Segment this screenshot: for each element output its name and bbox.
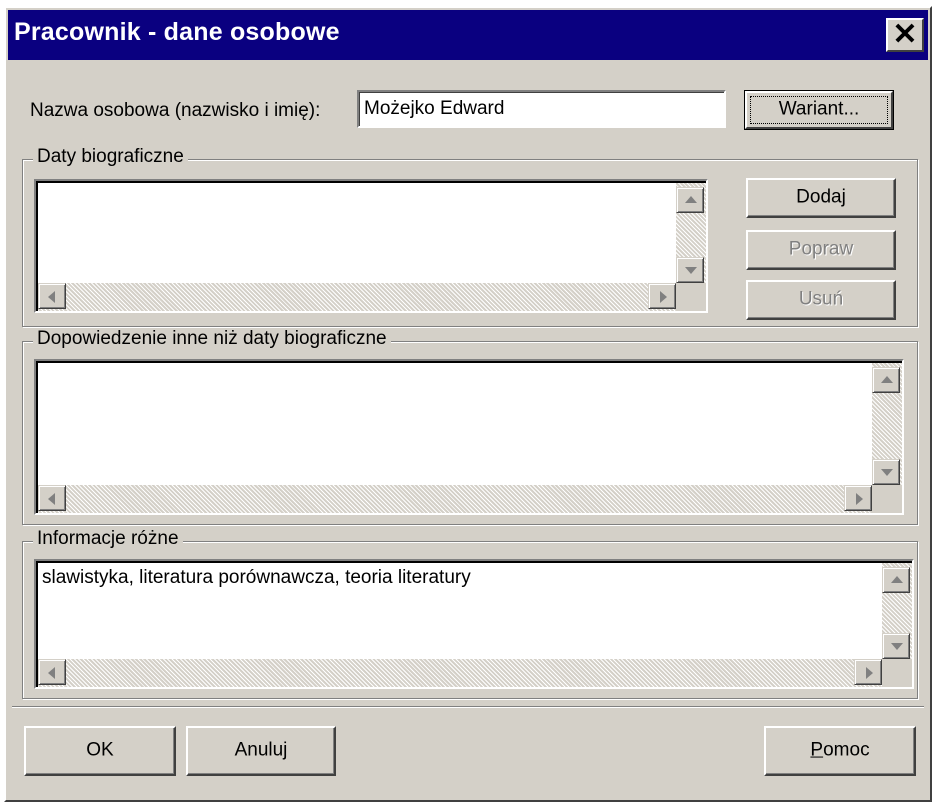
anuluj-button[interactable]: Anuluj [186, 726, 336, 776]
scroll-left-icon [48, 291, 55, 303]
informacje-scroll-left-button[interactable] [38, 659, 66, 685]
scroll-down-icon [685, 267, 697, 274]
pomoc-button[interactable]: Pomoc [764, 726, 916, 776]
close-icon: ✕ [892, 18, 918, 51]
dopowiedzenie-scroll-up-button[interactable] [872, 367, 900, 393]
daty-list[interactable] [34, 179, 708, 313]
wariant-button-label: Wariant... [778, 98, 860, 120]
dodaj-button[interactable]: Dodaj [746, 178, 896, 218]
name-label: Nazwa osobowa (nazwisko i imię): [30, 100, 321, 121]
pomoc-button-label: Pomoc [766, 740, 914, 762]
close-button[interactable]: ✕ [886, 18, 924, 52]
dodaj-button-label: Dodaj [796, 186, 846, 208]
popraw-button[interactable]: Popraw [746, 230, 896, 270]
scroll-up-icon [881, 376, 893, 383]
pomoc-rest: omoc [823, 739, 870, 761]
scroll-left-icon [48, 667, 55, 679]
footer-separator [12, 706, 924, 708]
window-title: Pracownik - dane osobowe [14, 18, 340, 46]
scroll-up-icon [891, 576, 903, 583]
wariant-button[interactable]: Wariant... [744, 90, 894, 130]
daty-scroll-down-button[interactable] [676, 257, 704, 283]
list-item[interactable]: slawistyka, literatura porównawcza, teor… [42, 567, 471, 589]
anuluj-button-label: Anuluj [234, 739, 288, 761]
dopowiedzenie-scroll-right-button[interactable] [844, 485, 872, 511]
dopowiedzenie-group-title: Dopowiedzenie inne niż daty biograficzne [33, 328, 391, 350]
scroll-down-icon [891, 643, 903, 650]
pomoc-accelerator: P [810, 739, 824, 761]
ok-button[interactable]: OK [24, 726, 176, 776]
informacje-scroll-right-button[interactable] [854, 659, 882, 685]
daty-scroll-up-button[interactable] [676, 187, 704, 213]
informacje-scroll-up-button[interactable] [882, 567, 910, 593]
daty-horizontal-scrollbar[interactable] [38, 283, 676, 311]
scroll-right-icon [866, 667, 873, 679]
scroll-corner [676, 283, 706, 311]
daty-scroll-left-button[interactable] [38, 283, 66, 309]
scroll-right-icon [856, 493, 863, 505]
daty-scroll-right-button[interactable] [648, 283, 676, 309]
dialog-window: Pracownik - dane osobowe ✕ Nazwa osobowa… [4, 6, 932, 802]
dopowiedzenie-horizontal-scrollbar[interactable] [38, 485, 872, 513]
name-input[interactable]: Możejko Edward [357, 90, 726, 128]
informacje-scroll-down-button[interactable] [882, 633, 910, 659]
scroll-right-icon [660, 291, 667, 303]
scroll-corner [872, 485, 902, 513]
usun-button-label: Usuń [798, 288, 844, 310]
scroll-up-icon [685, 196, 697, 203]
scroll-down-icon [881, 469, 893, 476]
ok-button-label: OK [86, 739, 114, 761]
informacje-vertical-scrollbar[interactable] [882, 563, 912, 659]
usun-button[interactable]: Usuń [746, 280, 896, 320]
title-bar[interactable]: Pracownik - dane osobowe ✕ [8, 10, 928, 60]
daty-group-title: Daty biograficzne [33, 146, 188, 168]
informacje-list[interactable]: slawistyka, literatura porównawcza, teor… [34, 559, 914, 689]
name-input-value: Możejko Edward [364, 98, 505, 119]
dopowiedzenie-scroll-down-button[interactable] [872, 459, 900, 485]
popraw-button-label: Popraw [788, 238, 854, 260]
scroll-corner [882, 659, 912, 687]
dopowiedzenie-list[interactable] [34, 359, 904, 515]
informacje-horizontal-scrollbar[interactable] [38, 659, 882, 687]
dopowiedzenie-scroll-left-button[interactable] [38, 485, 66, 511]
informacje-group-title: Informacje różne [33, 528, 183, 550]
scroll-left-icon [48, 493, 55, 505]
daty-vertical-scrollbar[interactable] [676, 183, 706, 283]
dopowiedzenie-vertical-scrollbar[interactable] [872, 363, 902, 485]
